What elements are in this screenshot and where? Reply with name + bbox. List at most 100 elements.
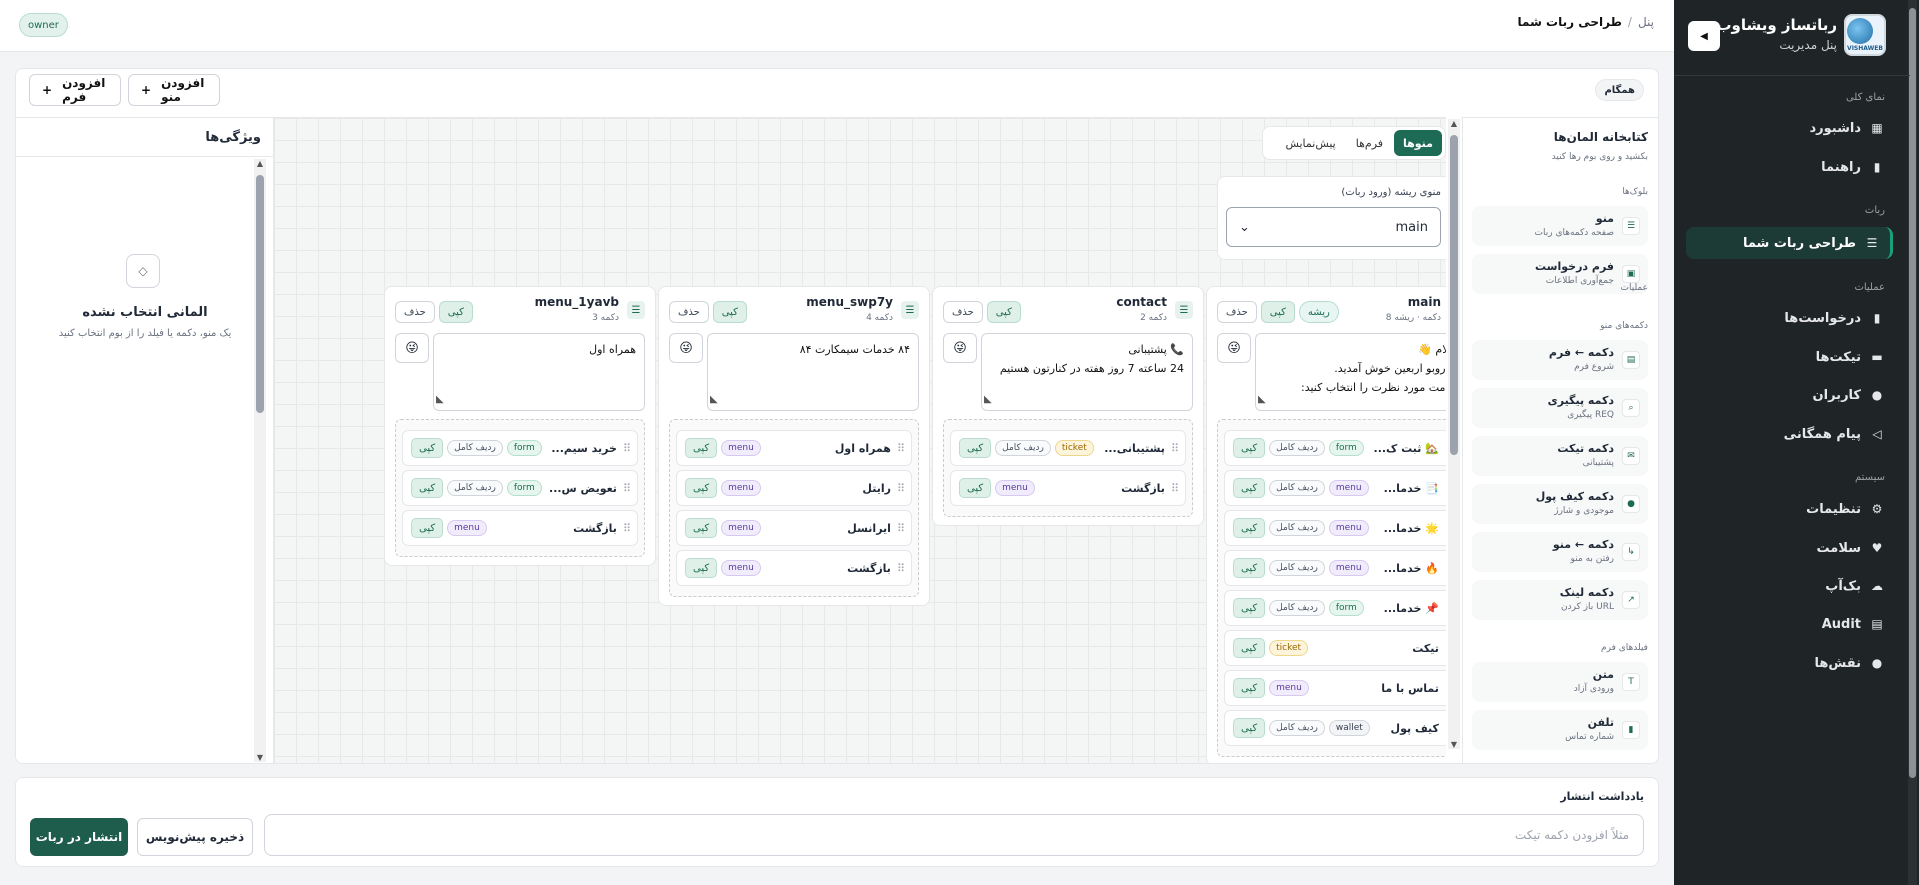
copy-button[interactable]: کپی — [1233, 718, 1266, 738]
add-menu-button[interactable]: + افزودن منو — [128, 74, 220, 106]
library-item[interactable]: ↳ دکمه ← منو رفتن به منو — [1472, 532, 1648, 572]
resize-handle-icon[interactable]: ◣ — [436, 390, 444, 409]
delete-menu-button[interactable]: حذف — [943, 301, 983, 323]
root-menu-select[interactable]: ⌄ main — [1226, 207, 1441, 247]
emoji-button[interactable]: 😜 — [669, 333, 703, 363]
drag-handle-icon[interactable]: ⠿ — [1445, 602, 1446, 615]
drag-handle-icon[interactable]: ⠿ — [623, 522, 631, 535]
drag-handle-icon[interactable]: ⠿ — [1171, 482, 1179, 495]
resize-handle-icon[interactable]: ◣ — [710, 390, 718, 409]
menu-card[interactable]: ☰ contact 2 دکمه حذف کپی 😜 📞 پشتیبانی 24 ساعته… — [932, 286, 1204, 526]
copy-menu-button[interactable]: کپی — [712, 301, 747, 323]
menu-card[interactable]: ☰ menu_swp7y 4 دکمه حذف کپی 😜 ۸۴ خدمات سیمکارت… — [658, 286, 930, 606]
library-item[interactable]: ☰ منو صفحه دکمه‌های ربات — [1472, 206, 1648, 246]
sidebar-item-roles[interactable]: ● نقش‌ها — [1695, 647, 1895, 679]
delete-menu-button[interactable]: حذف — [669, 301, 709, 323]
drag-handle-icon[interactable]: ⠿ — [1445, 522, 1446, 535]
delete-menu-button[interactable]: حذف — [1217, 301, 1257, 323]
drag-handle-icon[interactable]: ⠿ — [1445, 482, 1446, 495]
publish-button[interactable]: انتشار در ربات — [30, 818, 128, 856]
copy-menu-button[interactable]: کپی — [986, 301, 1021, 323]
menu-button-row[interactable]: کپی menu بازگشت ⠿ — [676, 550, 912, 586]
drag-handle-icon[interactable]: ⠿ — [1445, 442, 1446, 455]
copy-button[interactable]: کپی — [1233, 598, 1266, 618]
library-item[interactable]: ● دکمه کیف پول موجودی و شارژ — [1472, 484, 1648, 524]
breadcrumb-home[interactable]: پنل — [1638, 15, 1654, 29]
menu-card[interactable]: ☰ menu_1yavb 3 دکمه حذف کپی 😜 همراه اول ◣ کپی ردی… — [384, 286, 656, 566]
add-form-button[interactable]: + افزودن فرم — [29, 74, 121, 106]
canvas-scrollbar[interactable]: ▲ ▼ — [1448, 119, 1460, 749]
menu-button-row[interactable]: کپیردیف کاملmenu 🔥 خدما... ⠿ — [1224, 550, 1446, 586]
copy-menu-button[interactable]: کپی — [438, 301, 473, 323]
copy-button[interactable]: کپی — [959, 478, 992, 498]
emoji-button[interactable]: 😜 — [1217, 333, 1251, 363]
menu-button-row[interactable]: کپی menu همراه اول ⠿ — [676, 430, 912, 466]
sidebar-item-dashboard[interactable]: ▦ داشبورد — [1695, 112, 1895, 144]
drag-handle-icon[interactable]: ⠿ — [623, 442, 631, 455]
menu-button-row[interactable]: کپی ردیف کامل form تعویض س... ⠿ — [402, 470, 638, 506]
delete-menu-button[interactable]: حذف — [395, 301, 435, 323]
collapse-sidebar-button[interactable]: ◀ — [1688, 21, 1720, 51]
menu-button-row[interactable]: کپیticket تیکت ⠿ — [1224, 630, 1446, 666]
library-item[interactable]: ▤ دکمه ← فرم شروع فرم — [1472, 340, 1648, 380]
sidebar-item-audit[interactable]: ▤ Audit — [1695, 608, 1895, 640]
sidebar-item-tickets[interactable]: ▬ تیکت‌ها — [1695, 341, 1895, 373]
copy-button[interactable]: کپی — [1233, 438, 1266, 458]
drag-handle-icon[interactable]: ⠿ — [1445, 562, 1446, 575]
copy-button[interactable]: کپی — [411, 478, 444, 498]
drag-handle-icon[interactable]: ⠿ — [897, 522, 905, 535]
copy-button[interactable]: کپی — [1233, 558, 1266, 578]
drag-handle-icon[interactable]: ⠿ — [897, 562, 905, 575]
copy-menu-button[interactable]: کپی — [1260, 301, 1295, 323]
copy-button[interactable]: کپی — [959, 438, 992, 458]
sidebar-scrollbar[interactable] — [1908, 0, 1917, 885]
library-item[interactable]: ↗ دکمه لینک باز کردن URL — [1472, 580, 1648, 620]
sidebar-item-users[interactable]: ● کاربران — [1695, 379, 1895, 411]
copy-button[interactable]: کپی — [685, 518, 718, 538]
menu-card[interactable]: ☰main8 دکمه · ریشهحذفکپیریشه😜سلام 👋 به ر… — [1206, 286, 1446, 763]
copy-button[interactable]: کپی — [1233, 518, 1266, 538]
sidebar-item-backup[interactable]: ☁ بک‌آپ — [1695, 570, 1895, 602]
menu-button-row[interactable]: کپیردیف کاملmenu 📑 خدما... ⠿ — [1224, 470, 1446, 506]
menu-button-row[interactable]: کپی menu ایرانسل ⠿ — [676, 510, 912, 546]
properties-scrollbar[interactable]: ▲ ▼ — [254, 159, 266, 762]
library-item[interactable]: T متن ورودی آزاد — [1472, 662, 1648, 702]
drag-handle-icon[interactable]: ⠿ — [897, 482, 905, 495]
library-item[interactable]: ⌕ دکمه پیگیری پیگیری REQ — [1472, 388, 1648, 428]
library-item[interactable]: ▮ تلفن شماره تماس — [1472, 710, 1648, 750]
menu-text[interactable]: سلام 👋 به روبو اربعین خوش آمدید. خدمت مو… — [1255, 333, 1446, 411]
copy-button[interactable]: کپی — [411, 438, 444, 458]
tab-menus[interactable]: منوها — [1394, 130, 1442, 156]
menu-button-row[interactable]: کپی menu رایتل ⠿ — [676, 470, 912, 506]
copy-button[interactable]: کپی — [685, 438, 718, 458]
tab-preview[interactable]: پیش‌نمایش — [1276, 130, 1344, 156]
menu-button-row[interactable]: کپیردیف کاملform 📌 خدما... ⠿ — [1224, 590, 1446, 626]
scroll-up-icon[interactable]: ▲ — [1448, 119, 1460, 128]
copy-button[interactable]: کپی — [685, 478, 718, 498]
design-canvas[interactable]: منوها فرم‌ها پیش‌نمایش منوی ریشه (ورود ر… — [274, 117, 1446, 763]
menu-button-row[interactable]: کپیردیف کاملwallet کیف پول ⠿ — [1224, 710, 1446, 746]
copy-button[interactable]: کپی — [411, 518, 444, 538]
tab-forms[interactable]: فرم‌ها — [1347, 130, 1392, 156]
drag-handle-icon[interactable]: ⠿ — [1445, 642, 1446, 655]
menu-text[interactable]: 📞 پشتیبانی 24 ساعته 7 روز هفته در کنارتو… — [981, 333, 1193, 411]
menu-button-row[interactable]: کپیردیف کاملmenu 🌟 خدما... ⠿ — [1224, 510, 1446, 546]
drag-handle-icon[interactable]: ⠿ — [1445, 682, 1446, 695]
drag-handle-icon[interactable]: ⠿ — [897, 442, 905, 455]
menu-text[interactable]: ۸۴ خدمات سیمکارت ۸۴ ◣ — [707, 333, 919, 411]
copy-button[interactable]: کپی — [1233, 638, 1266, 658]
scroll-down-icon[interactable]: ▼ — [254, 753, 266, 762]
menu-button-row[interactable]: کپی ردیف کامل ticket پشتیبانی... ⠿ — [950, 430, 1186, 466]
copy-button[interactable]: کپی — [1233, 678, 1266, 698]
drag-handle-icon[interactable]: ⠿ — [1171, 442, 1179, 455]
sidebar-item-guide[interactable]: ▮ راهنما — [1695, 151, 1895, 183]
scroll-up-icon[interactable]: ▲ — [254, 159, 266, 168]
scroll-down-icon[interactable]: ▼ — [1448, 740, 1460, 749]
menu-button-row[interactable]: کپی menu بازگشت ⠿ — [402, 510, 638, 546]
library-item[interactable]: ✉ دکمه تیکت پشتیبانی — [1472, 436, 1648, 476]
copy-button[interactable]: کپی — [1233, 478, 1266, 498]
sidebar-item-health[interactable]: ♥ سلامت — [1695, 532, 1895, 564]
save-draft-button[interactable]: ذخیره پیش‌نویس — [137, 818, 253, 856]
copy-button[interactable]: کپی — [685, 558, 718, 578]
drag-handle-icon[interactable]: ⠿ — [623, 482, 631, 495]
